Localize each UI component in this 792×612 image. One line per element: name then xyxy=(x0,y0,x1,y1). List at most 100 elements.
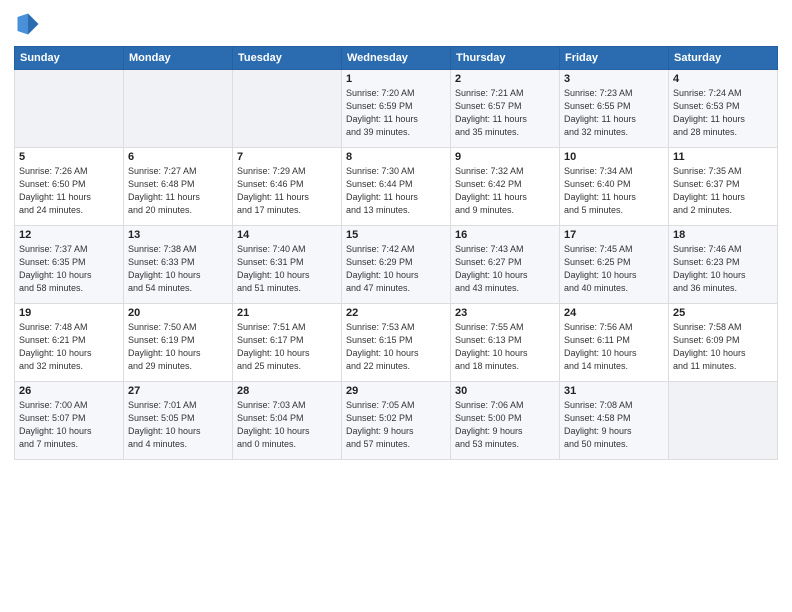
calendar-cell: 5 Sunrise: 7:26 AM Sunset: 6:50 PM Daylig… xyxy=(15,148,124,226)
day-number: 1 xyxy=(346,73,446,85)
calendar-cell: 30Sunrise: 7:06 AM Sunset: 5:00 PM Dayli… xyxy=(451,382,560,460)
logo-icon xyxy=(14,10,42,38)
day-number: 29 xyxy=(346,385,446,397)
calendar-cell: 8 Sunrise: 7:30 AM Sunset: 6:44 PM Daylig… xyxy=(342,148,451,226)
calendar-weekday-wednesday: Wednesday xyxy=(342,47,451,70)
day-info: Sunrise: 7:08 AM Sunset: 4:58 PM Dayligh… xyxy=(564,399,664,451)
calendar-cell: 7 Sunrise: 7:29 AM Sunset: 6:46 PM Daylig… xyxy=(233,148,342,226)
day-info: Sunrise: 7:05 AM Sunset: 5:02 PM Dayligh… xyxy=(346,399,446,451)
calendar-cell: 26 Sunrise: 7:00 AM Sunset: 5:07 PM Dayli… xyxy=(15,382,124,460)
calendar-week-1: 5 Sunrise: 7:26 AM Sunset: 6:50 PM Daylig… xyxy=(15,148,778,226)
day-number: 16 xyxy=(455,229,555,241)
day-info: Sunrise: 7:37 AM Sunset: 6:35 PM Dayligh… xyxy=(19,243,119,295)
day-info: Sunrise: 7:06 AM Sunset: 5:00 PM Dayligh… xyxy=(455,399,555,451)
day-info: Sunrise: 7:55 AM Sunset: 6:13 PM Dayligh… xyxy=(455,321,555,373)
calendar-cell: 3 Sunrise: 7:23 AM Sunset: 6:55 PM Daylig… xyxy=(560,70,669,148)
calendar-cell: 1 Sunrise: 7:20 AM Sunset: 6:59 PM Daylig… xyxy=(342,70,451,148)
day-number: 8 xyxy=(346,151,446,163)
day-number: 13 xyxy=(128,229,228,241)
day-info: Sunrise: 7:40 AM Sunset: 6:31 PM Dayligh… xyxy=(237,243,337,295)
day-info: Sunrise: 7:01 AM Sunset: 5:05 PM Dayligh… xyxy=(128,399,228,451)
calendar-cell: 9Sunrise: 7:32 AM Sunset: 6:42 PM Daylig… xyxy=(451,148,560,226)
calendar-cell xyxy=(15,70,124,148)
day-info: Sunrise: 7:53 AM Sunset: 6:15 PM Dayligh… xyxy=(346,321,446,373)
page: SundayMondayTuesdayWednesdayThursdayFrid… xyxy=(0,0,792,612)
day-number: 28 xyxy=(237,385,337,397)
calendar-cell: 23Sunrise: 7:55 AM Sunset: 6:13 PM Dayli… xyxy=(451,304,560,382)
day-number: 5 xyxy=(19,151,119,163)
day-info: Sunrise: 7:43 AM Sunset: 6:27 PM Dayligh… xyxy=(455,243,555,295)
day-info: Sunrise: 7:34 AM Sunset: 6:40 PM Dayligh… xyxy=(564,165,664,217)
calendar-weekday-sunday: Sunday xyxy=(15,47,124,70)
calendar-cell: 2Sunrise: 7:21 AM Sunset: 6:57 PM Daylig… xyxy=(451,70,560,148)
calendar-cell: 6 Sunrise: 7:27 AM Sunset: 6:48 PM Daylig… xyxy=(124,148,233,226)
day-info: Sunrise: 7:42 AM Sunset: 6:29 PM Dayligh… xyxy=(346,243,446,295)
day-info: Sunrise: 7:51 AM Sunset: 6:17 PM Dayligh… xyxy=(237,321,337,373)
calendar-cell: 22 Sunrise: 7:53 AM Sunset: 6:15 PM Dayli… xyxy=(342,304,451,382)
day-info: Sunrise: 7:35 AM Sunset: 6:37 PM Dayligh… xyxy=(673,165,773,217)
day-info: Sunrise: 7:50 AM Sunset: 6:19 PM Dayligh… xyxy=(128,321,228,373)
day-info: Sunrise: 7:21 AM Sunset: 6:57 PM Dayligh… xyxy=(455,87,555,139)
calendar-cell: 11 Sunrise: 7:35 AM Sunset: 6:37 PM Dayli… xyxy=(669,148,778,226)
day-number: 7 xyxy=(237,151,337,163)
calendar-cell: 31 Sunrise: 7:08 AM Sunset: 4:58 PM Dayli… xyxy=(560,382,669,460)
calendar-cell xyxy=(233,70,342,148)
calendar-cell: 4 Sunrise: 7:24 AM Sunset: 6:53 PM Daylig… xyxy=(669,70,778,148)
day-number: 11 xyxy=(673,151,773,163)
day-number: 9 xyxy=(455,151,555,163)
day-info: Sunrise: 7:27 AM Sunset: 6:48 PM Dayligh… xyxy=(128,165,228,217)
calendar-cell: 27 Sunrise: 7:01 AM Sunset: 5:05 PM Dayli… xyxy=(124,382,233,460)
day-number: 21 xyxy=(237,307,337,319)
calendar-cell: 16 Sunrise: 7:43 AM Sunset: 6:27 PM Dayli… xyxy=(451,226,560,304)
day-info: Sunrise: 7:24 AM Sunset: 6:53 PM Dayligh… xyxy=(673,87,773,139)
day-number: 15 xyxy=(346,229,446,241)
calendar-cell: 29 Sunrise: 7:05 AM Sunset: 5:02 PM Dayli… xyxy=(342,382,451,460)
calendar-week-0: 1 Sunrise: 7:20 AM Sunset: 6:59 PM Daylig… xyxy=(15,70,778,148)
day-number: 18 xyxy=(673,229,773,241)
calendar-cell xyxy=(124,70,233,148)
day-info: Sunrise: 7:23 AM Sunset: 6:55 PM Dayligh… xyxy=(564,87,664,139)
day-info: Sunrise: 7:29 AM Sunset: 6:46 PM Dayligh… xyxy=(237,165,337,217)
day-info: Sunrise: 7:00 AM Sunset: 5:07 PM Dayligh… xyxy=(19,399,119,451)
calendar-cell: 18Sunrise: 7:46 AM Sunset: 6:23 PM Dayli… xyxy=(669,226,778,304)
calendar-cell: 21 Sunrise: 7:51 AM Sunset: 6:17 PM Dayli… xyxy=(233,304,342,382)
calendar-week-4: 26 Sunrise: 7:00 AM Sunset: 5:07 PM Dayli… xyxy=(15,382,778,460)
day-info: Sunrise: 7:48 AM Sunset: 6:21 PM Dayligh… xyxy=(19,321,119,373)
calendar-week-3: 19Sunrise: 7:48 AM Sunset: 6:21 PM Dayli… xyxy=(15,304,778,382)
day-info: Sunrise: 7:30 AM Sunset: 6:44 PM Dayligh… xyxy=(346,165,446,217)
calendar-cell: 17Sunrise: 7:45 AM Sunset: 6:25 PM Dayli… xyxy=(560,226,669,304)
calendar-cell: 13 Sunrise: 7:38 AM Sunset: 6:33 PM Dayli… xyxy=(124,226,233,304)
day-number: 22 xyxy=(346,307,446,319)
calendar-cell: 28 Sunrise: 7:03 AM Sunset: 5:04 PM Dayli… xyxy=(233,382,342,460)
day-info: Sunrise: 7:45 AM Sunset: 6:25 PM Dayligh… xyxy=(564,243,664,295)
calendar-week-2: 12 Sunrise: 7:37 AM Sunset: 6:35 PM Dayli… xyxy=(15,226,778,304)
calendar-cell: 14Sunrise: 7:40 AM Sunset: 6:31 PM Dayli… xyxy=(233,226,342,304)
day-number: 12 xyxy=(19,229,119,241)
calendar-weekday-friday: Friday xyxy=(560,47,669,70)
day-info: Sunrise: 7:26 AM Sunset: 6:50 PM Dayligh… xyxy=(19,165,119,217)
calendar-cell: 15 Sunrise: 7:42 AM Sunset: 6:29 PM Dayli… xyxy=(342,226,451,304)
day-info: Sunrise: 7:20 AM Sunset: 6:59 PM Dayligh… xyxy=(346,87,446,139)
day-number: 4 xyxy=(673,73,773,85)
calendar-cell: 20Sunrise: 7:50 AM Sunset: 6:19 PM Dayli… xyxy=(124,304,233,382)
day-number: 26 xyxy=(19,385,119,397)
day-number: 27 xyxy=(128,385,228,397)
day-number: 6 xyxy=(128,151,228,163)
day-number: 25 xyxy=(673,307,773,319)
day-info: Sunrise: 7:56 AM Sunset: 6:11 PM Dayligh… xyxy=(564,321,664,373)
calendar-weekday-monday: Monday xyxy=(124,47,233,70)
calendar-cell: 10Sunrise: 7:34 AM Sunset: 6:40 PM Dayli… xyxy=(560,148,669,226)
day-number: 3 xyxy=(564,73,664,85)
calendar-cell: 24 Sunrise: 7:56 AM Sunset: 6:11 PM Dayli… xyxy=(560,304,669,382)
day-info: Sunrise: 7:03 AM Sunset: 5:04 PM Dayligh… xyxy=(237,399,337,451)
day-number: 24 xyxy=(564,307,664,319)
calendar-table: SundayMondayTuesdayWednesdayThursdayFrid… xyxy=(14,46,778,460)
calendar-cell: 19Sunrise: 7:48 AM Sunset: 6:21 PM Dayli… xyxy=(15,304,124,382)
header xyxy=(14,10,778,38)
day-number: 31 xyxy=(564,385,664,397)
calendar-weekday-saturday: Saturday xyxy=(669,47,778,70)
day-info: Sunrise: 7:38 AM Sunset: 6:33 PM Dayligh… xyxy=(128,243,228,295)
calendar-cell xyxy=(669,382,778,460)
day-info: Sunrise: 7:58 AM Sunset: 6:09 PM Dayligh… xyxy=(673,321,773,373)
calendar-weekday-tuesday: Tuesday xyxy=(233,47,342,70)
